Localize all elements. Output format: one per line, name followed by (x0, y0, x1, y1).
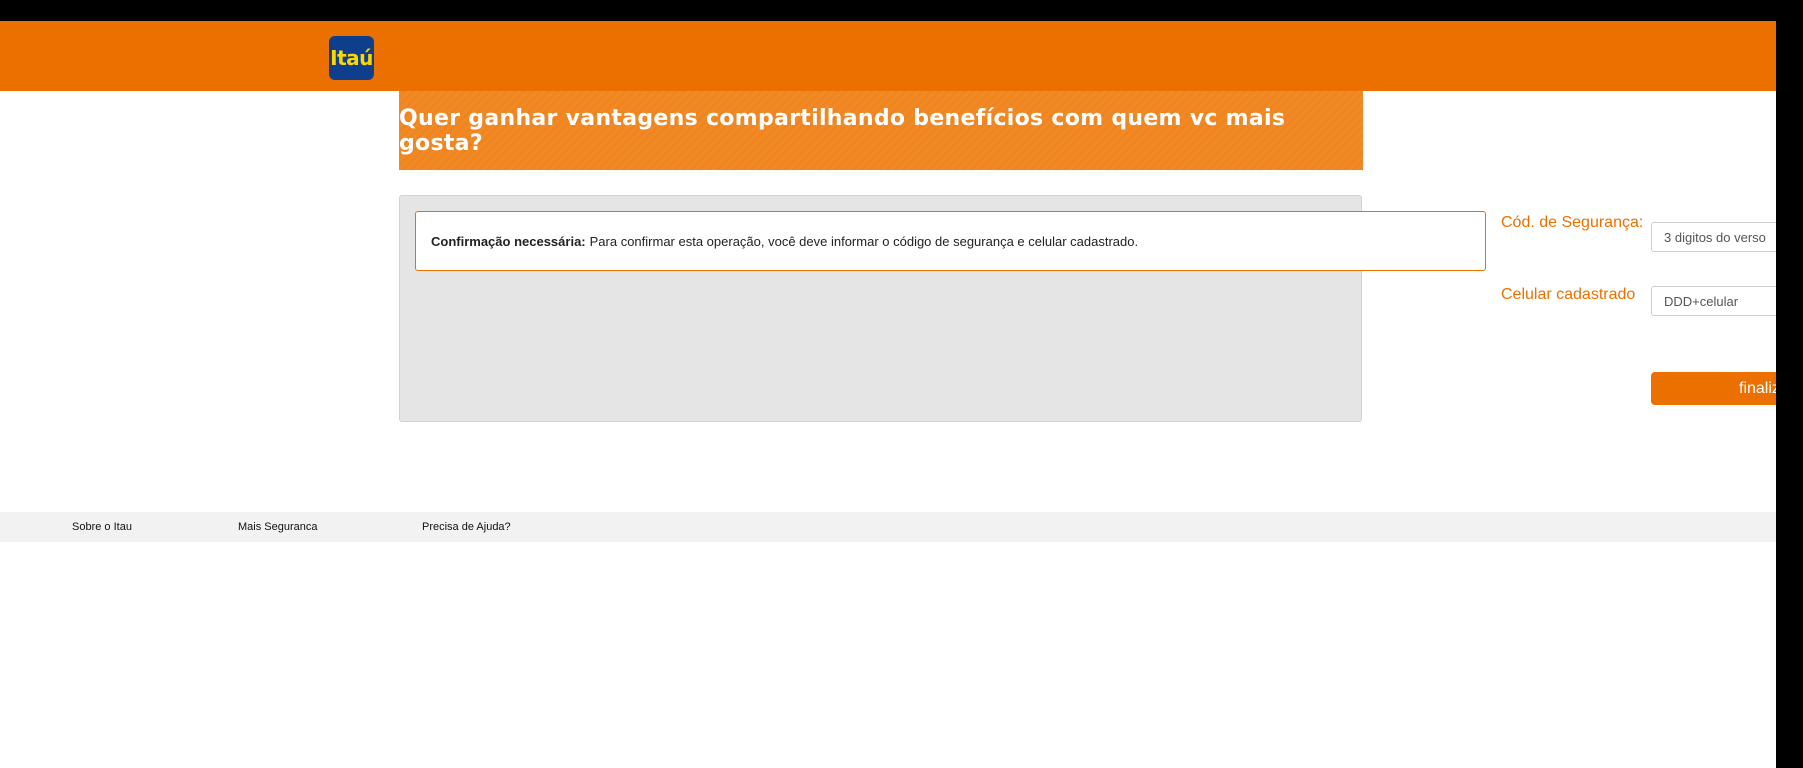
top-black-strip (0, 0, 1803, 21)
promo-banner-text: Quer ganhar vantagens compartilhando ben… (399, 105, 1286, 156)
footer-bar: Sobre o Itau Mais Seguranca Precisa de A… (0, 512, 1776, 542)
footer-link-security[interactable]: Mais Seguranca (238, 521, 318, 533)
notice-text: Para confirmar esta operação, você deve … (589, 233, 1139, 249)
notice-title: Confirmação necessária: (431, 233, 586, 249)
security-code-label: Cód. de Segurança: (1501, 214, 1644, 231)
footer-link-help[interactable]: Precisa de Ajuda? (422, 521, 511, 533)
phone-input[interactable] (1651, 286, 1781, 316)
footer-link-about[interactable]: Sobre o Itau (72, 521, 132, 533)
itau-logo[interactable]: Itaú (329, 36, 374, 80)
finalize-button[interactable]: finalizar (1651, 372, 1776, 405)
page: Itaú Quer ganhar vantagens compartilhand… (0, 0, 1803, 768)
right-black-edge (1776, 21, 1803, 768)
phone-label: Celular cadastrado (1501, 286, 1636, 303)
confirmation-notice: Confirmação necessária: Para confirmar e… (415, 211, 1486, 271)
header-bar (0, 21, 1776, 91)
promo-banner: Quer ganhar vantagens compartilhando ben… (399, 91, 1363, 170)
security-code-input[interactable] (1651, 222, 1781, 252)
